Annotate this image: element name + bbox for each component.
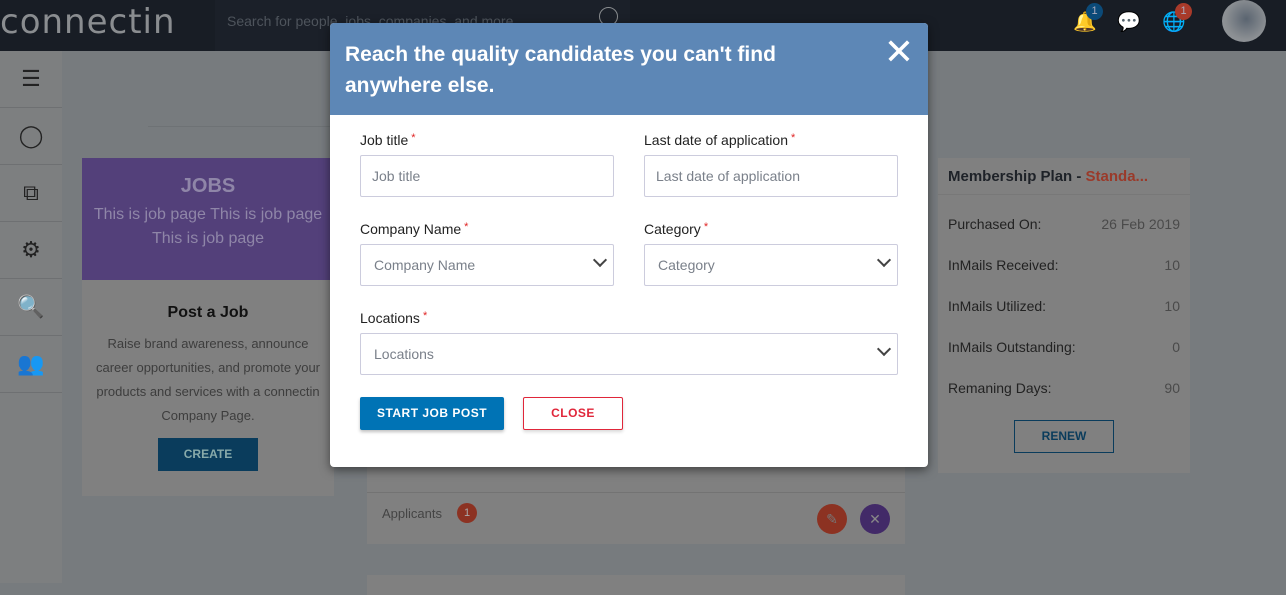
chevron-down-icon bbox=[876, 252, 892, 268]
chevron-down-icon bbox=[592, 252, 608, 268]
avatar[interactable] bbox=[1222, 0, 1266, 42]
jobs-title: JOBS bbox=[180, 175, 236, 197]
applicants-count-badge: 1 bbox=[457, 503, 477, 523]
membership-row: InMails Outstanding: 0 bbox=[948, 338, 1180, 355]
sidebar: ☰ ◯ ⧉ ⚙ 🔍 👥 bbox=[0, 51, 62, 583]
category-label: Category * bbox=[644, 221, 709, 237]
post-job-title: Post a Job bbox=[167, 304, 249, 321]
post-job-modal: Reach the quality candidates you can't f… bbox=[330, 23, 928, 467]
profile-icon[interactable]: ◯ bbox=[0, 108, 62, 165]
messages-icon[interactable]: 💬 bbox=[1117, 10, 1141, 33]
notification-badge: 1 bbox=[1086, 3, 1103, 20]
job-title-label: Job title * bbox=[360, 132, 416, 148]
jobs-subtitle: This is job page This is job page This i… bbox=[93, 206, 323, 247]
membership-title: Membership Plan - Standa... bbox=[938, 158, 1190, 195]
close-icon[interactable]: ✕ bbox=[884, 34, 914, 70]
post-job-text: Raise brand awareness, announce career o… bbox=[96, 336, 321, 423]
chevron-down-icon bbox=[876, 341, 892, 357]
network-icon[interactable]: ⧉ bbox=[0, 165, 62, 222]
membership-row: Remaning Days: 90 bbox=[948, 379, 1180, 396]
last-date-label: Last date of application * bbox=[644, 132, 796, 148]
post-job-card: Post a Job Raise brand awareness, announ… bbox=[82, 280, 334, 496]
start-job-post-button[interactable]: START JOB POST bbox=[360, 397, 504, 430]
globe-badge: 1 bbox=[1175, 3, 1192, 20]
category-select[interactable]: Category bbox=[644, 244, 898, 286]
create-button[interactable]: CREATE bbox=[158, 438, 258, 471]
renew-button[interactable]: RENEW bbox=[1014, 420, 1114, 453]
plan-name: Standa... bbox=[1085, 168, 1149, 185]
last-date-input[interactable]: Last date of application bbox=[644, 155, 898, 197]
membership-row: InMails Utilized: 10 bbox=[948, 297, 1180, 314]
modal-header: Reach the quality candidates you can't f… bbox=[330, 23, 928, 115]
modal-title: Reach the quality candidates you can't f… bbox=[345, 43, 776, 97]
jobs-banner: JOBS This is job page This is job page T… bbox=[82, 158, 334, 280]
delete-icon[interactable]: ✕ bbox=[860, 504, 890, 534]
menu-icon[interactable]: ☰ bbox=[0, 51, 62, 108]
company-label: Company Name * bbox=[360, 221, 469, 237]
locations-select[interactable]: Locations bbox=[360, 333, 898, 375]
membership-row: InMails Received: 10 bbox=[948, 256, 1180, 273]
close-button[interactable]: CLOSE bbox=[523, 397, 623, 430]
job-title-input[interactable]: Job title bbox=[360, 155, 614, 197]
company-select[interactable]: Company Name bbox=[360, 244, 614, 286]
membership-row: Purchased On: 26 Feb 2019 bbox=[948, 215, 1180, 232]
membership-card: Membership Plan - Standa... Purchased On… bbox=[938, 158, 1190, 473]
job-item-card bbox=[367, 575, 905, 595]
edit-icon[interactable]: ✎ bbox=[817, 504, 847, 534]
job-item-card: Applicants 1 ✎ ✕ bbox=[367, 467, 905, 544]
applicants-label[interactable]: Applicants bbox=[382, 506, 442, 521]
analytics-icon[interactable]: ⚙ bbox=[0, 222, 62, 279]
groups-icon[interactable]: 👥 bbox=[0, 336, 62, 393]
job-search-icon[interactable]: 🔍 bbox=[0, 279, 62, 336]
locations-label: Locations * bbox=[360, 310, 428, 326]
logo[interactable]: connectin bbox=[0, 2, 176, 42]
